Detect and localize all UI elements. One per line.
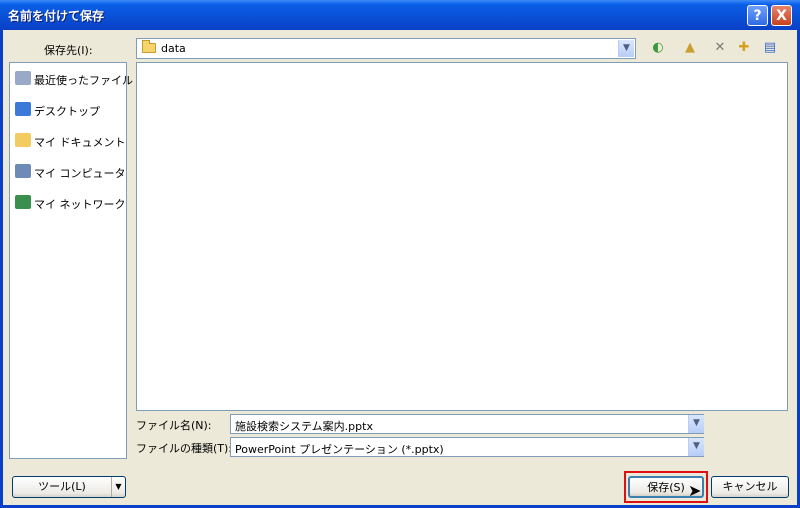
my-network-icon [15,195,31,209]
chevron-down-icon[interactable]: ▼ [688,438,704,456]
filename-input[interactable]: 施設検索システム案内.pptx [230,414,704,434]
filename-label: ファイル名(N): [136,419,212,432]
place-recent[interactable]: 最近使ったファイル [13,69,133,89]
help-button[interactable]: ? [747,5,768,26]
place-my-network[interactable]: マイ ネットワーク [13,193,126,213]
filename-value: 施設検索システム案内.pptx [235,420,373,433]
tools-label: ツール(L) [38,480,86,493]
title-bar[interactable]: 名前を付けて保存 ? X [0,0,800,30]
save-in-dropdown[interactable]: data ▼ [136,38,636,59]
delete-icon[interactable]: ✕ [710,39,730,57]
close-button[interactable]: X [771,5,792,26]
back-icon[interactable]: ◐ [648,39,668,57]
up-folder-icon[interactable]: ▲ [680,39,700,57]
cancel-button[interactable]: キャンセル [711,476,789,498]
filetype-value: PowerPoint プレゼンテーション (*.pptx) [235,443,444,456]
save-in-value: data [161,42,186,55]
places-bar: 最近使ったファイル デスクトップ マイ ドキュメント マイ コンピュータ マイ … [9,62,133,459]
filetype-label: ファイルの種類(T): [136,442,233,455]
chevron-down-icon[interactable]: ▼ [618,40,634,57]
file-list[interactable] [136,62,788,411]
place-label: マイ ドキュメント [34,136,126,149]
place-my-computer[interactable]: マイ コンピュータ [13,162,126,182]
place-desktop[interactable]: デスクトップ [13,100,125,120]
tools-button[interactable]: ツール(L) ▼ [12,476,126,498]
my-computer-icon [15,164,31,178]
place-label: デスクトップ [34,105,100,118]
folder-icon [142,40,156,53]
filetype-dropdown-arrow[interactable]: ▼ [687,438,704,456]
filename-dropdown-arrow[interactable]: ▼ [687,415,704,433]
chevron-down-icon[interactable]: ▼ [688,415,704,433]
place-label: マイ ネットワーク [34,198,126,211]
chevron-down-icon[interactable]: ▼ [111,477,125,497]
place-label: 最近使ったファイル [34,74,133,87]
save-in-label: 保存先(I): [44,44,93,57]
my-documents-icon [15,133,31,147]
desktop-icon [15,102,31,116]
filetype-dropdown[interactable]: PowerPoint プレゼンテーション (*.pptx) [230,437,704,457]
place-label: マイ コンピュータ [34,167,126,180]
window-title: 名前を付けて保存 [8,9,105,23]
place-my-documents[interactable]: マイ ドキュメント [13,131,126,151]
views-icon[interactable]: ▤ [760,39,780,57]
mouse-cursor-icon: ➤ [688,481,702,500]
recent-docs-icon [15,71,31,85]
new-folder-icon[interactable]: ✚ [734,39,754,57]
